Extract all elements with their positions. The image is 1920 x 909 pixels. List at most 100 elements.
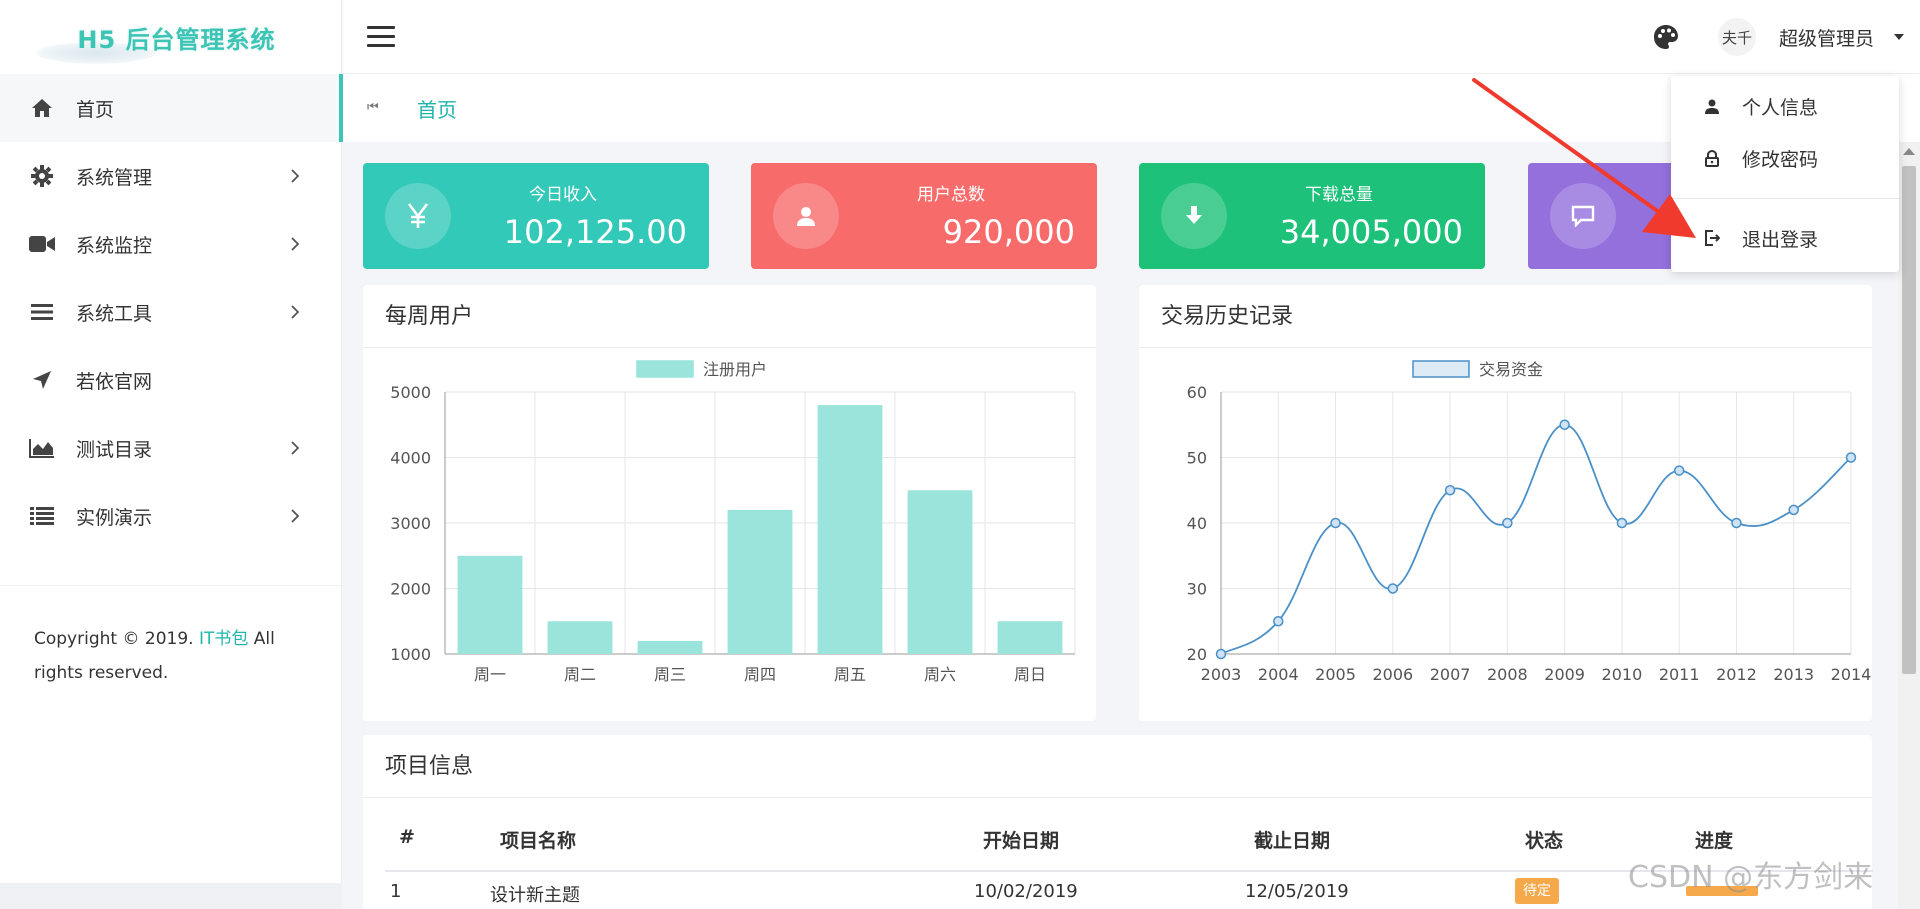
y-tick-label: 4000 <box>390 449 431 468</box>
sidebar-item-examples[interactable]: 实例演示 <box>0 482 341 550</box>
x-tick-label: 周日 <box>1014 665 1046 684</box>
sidebar-item-test-directory[interactable]: 测试目录 <box>0 414 341 482</box>
sidebar-item-label: 系统管理 <box>76 166 153 189</box>
row-end-date: 12/05/2019 <box>1245 881 1349 902</box>
data-point <box>1502 517 1513 529</box>
menu-toggle-icon[interactable] <box>367 26 395 48</box>
scrollbar-thumb[interactable] <box>1902 166 1916 674</box>
video-camera-icon <box>28 230 56 258</box>
x-tick-label: 周六 <box>924 665 956 684</box>
copyright-prefix: Copyright © 2019. <box>34 629 194 649</box>
tab-scroll-left-icon[interactable]: ⏮ <box>367 100 379 115</box>
user-icon <box>773 183 839 249</box>
menu-item-label: 个人信息 <box>1742 96 1819 119</box>
bar <box>727 509 793 654</box>
panel-title: 交易历史记录 <box>1139 285 1872 348</box>
stat-value: 34,005,000 <box>1279 213 1463 251</box>
stat-card-income: 今日收入 102,125.00 <box>363 163 709 269</box>
data-point <box>1559 419 1570 430</box>
x-tick-label: 2005 <box>1315 665 1356 684</box>
download-icon <box>1161 183 1227 249</box>
data-point <box>1673 465 1685 476</box>
copyright-brand-link[interactable]: IT书包 <box>199 629 248 649</box>
chevron-right-icon <box>291 509 299 523</box>
bar <box>457 555 523 654</box>
watermark: CSDN @东方剑来 <box>1628 860 1874 895</box>
y-tick-label: 2000 <box>390 580 431 599</box>
sidebar-item-label: 首页 <box>76 98 115 121</box>
sidebar-item-label: 系统监控 <box>76 234 153 257</box>
panel-title: 每周用户 <box>363 285 1096 348</box>
sidebar-divider <box>0 585 342 586</box>
y-tick-label: 40 <box>1187 514 1207 533</box>
x-tick-label: 2011 <box>1659 665 1700 684</box>
y-tick-label: 50 <box>1187 449 1207 468</box>
x-tick-label: 2009 <box>1544 665 1585 684</box>
y-tick-label: 5000 <box>390 383 431 402</box>
top-header: 夫千 超级管理员 <box>343 0 1920 74</box>
stat-label: 用户总数 <box>917 185 985 205</box>
user-name[interactable]: 超级管理员 <box>1779 24 1874 51</box>
copyright-text: Copyright © 2019. IT书包 All rights reserv… <box>34 622 294 690</box>
sidebar-item-system-management[interactable]: 系统管理 <box>0 142 341 210</box>
legend-label: 交易资金 <box>1479 360 1543 379</box>
row-project-name: 设计新主题 <box>490 885 580 906</box>
bar <box>907 490 973 654</box>
stat-label: 今日收入 <box>529 185 597 205</box>
stat-card-downloads: 下载总量 34,005,000 <box>1139 163 1485 269</box>
caret-down-icon[interactable] <box>1894 34 1904 40</box>
x-tick-label: 2006 <box>1372 665 1413 684</box>
data-point <box>1273 616 1284 627</box>
app-logo[interactable]: H5 后台管理系统 <box>0 0 341 74</box>
column-header-name: 项目名称 <box>500 830 577 852</box>
annotation-arrow <box>1472 78 1696 238</box>
stat-label: 下载总量 <box>1305 185 1373 205</box>
x-tick-label: 2014 <box>1831 665 1872 684</box>
sidebar-item-system-tools[interactable]: 系统工具 <box>0 278 341 346</box>
x-tick-label: 周四 <box>744 665 776 684</box>
sidebar-item-system-monitor[interactable]: 系统监控 <box>0 210 341 278</box>
column-header-number: # <box>399 826 415 848</box>
stat-value: 920,000 <box>942 213 1075 251</box>
bar <box>547 621 613 654</box>
x-tick-label: 周一 <box>474 665 506 684</box>
sidebar-item-label: 实例演示 <box>76 506 153 529</box>
sidebar: H5 后台管理系统 首页 系统管理 系统监控 系统工具 若依官网 测试目录 实例… <box>0 0 342 909</box>
data-point <box>1215 648 1227 660</box>
sidebar-item-home[interactable]: 首页 <box>0 74 341 142</box>
chevron-right-icon <box>291 441 299 455</box>
x-tick-label: 2010 <box>1602 665 1643 684</box>
sidebar-item-label: 测试目录 <box>76 438 153 461</box>
weekly-users-panel: 每周用户 1000 2000 3000 4000 5000 周一 周二 周三 周四 周五 周六 周日 注… <box>363 285 1096 721</box>
yen-icon <box>385 183 451 249</box>
legend-swatch <box>636 360 694 378</box>
y-tick-label: 30 <box>1187 580 1207 599</box>
gear-icon <box>28 162 56 190</box>
trade-history-panel: 交易历史记录 20 30 40 50 60 2003 2004 2005 2006 2007 200… <box>1139 285 1872 721</box>
x-tick-label: 2012 <box>1716 665 1757 684</box>
column-header-start-date: 开始日期 <box>983 830 1060 852</box>
location-arrow-icon <box>28 366 56 394</box>
x-tick-label: 2013 <box>1773 665 1814 684</box>
area-chart-icon <box>28 434 56 462</box>
column-header-end-date: 截止日期 <box>1254 830 1331 852</box>
x-tick-label: 2008 <box>1487 665 1528 684</box>
palette-icon[interactable] <box>1653 24 1679 50</box>
y-tick-label: 20 <box>1187 645 1207 664</box>
logo-text: H5 后台管理系统 <box>77 25 276 54</box>
x-tick-label: 周二 <box>564 665 596 684</box>
scroll-up-arrow-icon[interactable] <box>1903 148 1915 155</box>
tab-home[interactable]: 首页 <box>417 94 457 123</box>
data-point <box>1387 583 1399 594</box>
list-icon <box>28 502 56 530</box>
sidebar-item-ruoyi-site[interactable]: 若依官网 <box>0 346 341 414</box>
data-point <box>1616 517 1628 529</box>
sidebar-footer-bar <box>0 883 342 909</box>
panel-title: 项目信息 <box>363 735 1872 798</box>
data-point <box>1788 504 1799 516</box>
avatar[interactable]: 夫千 <box>1718 18 1756 56</box>
x-tick-label: 2004 <box>1258 665 1299 684</box>
data-point <box>1731 517 1742 529</box>
chevron-right-icon <box>291 237 299 251</box>
y-tick-label: 1000 <box>390 645 431 664</box>
